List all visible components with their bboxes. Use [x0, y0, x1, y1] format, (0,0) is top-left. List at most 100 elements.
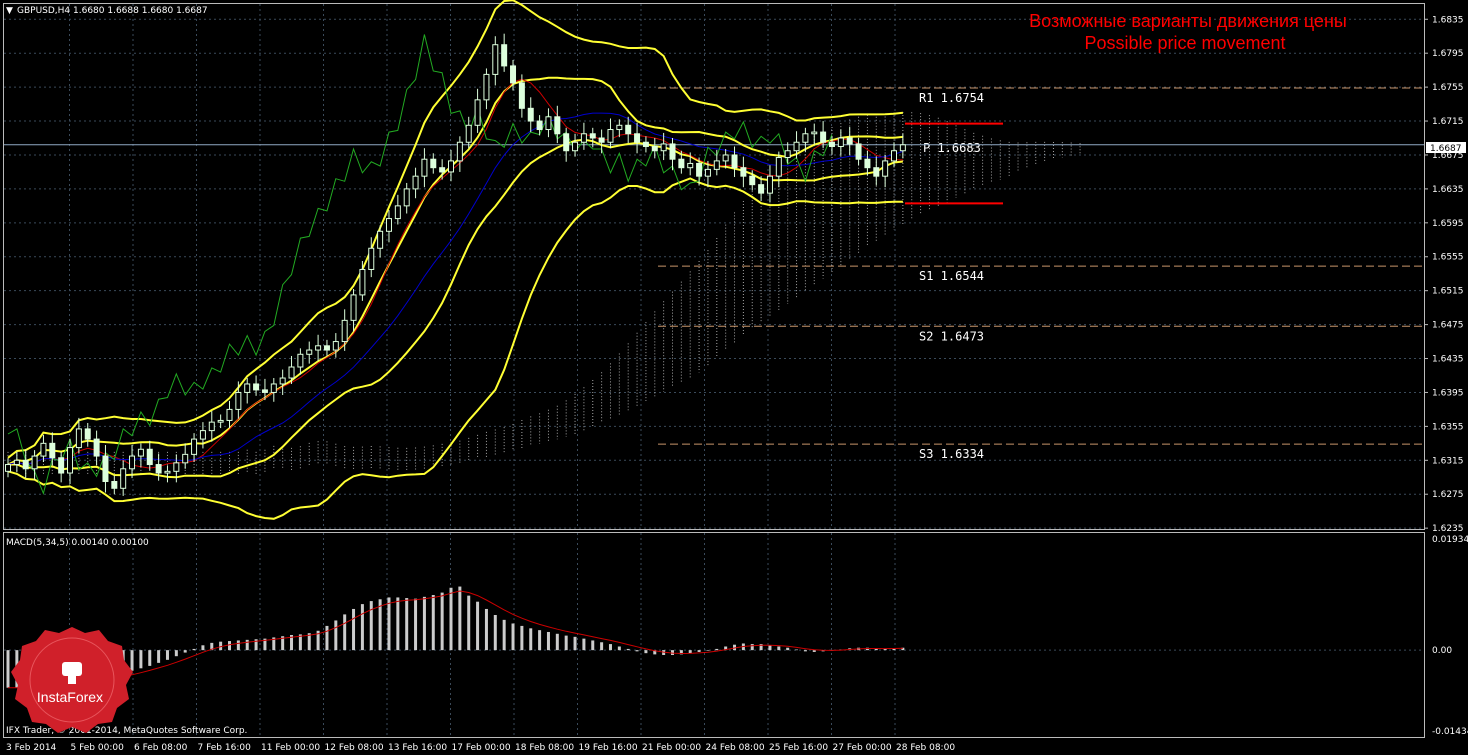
candle-body	[146, 448, 153, 466]
candle-body	[713, 160, 720, 170]
instaforex-logo: InstaForex	[11, 627, 133, 733]
macd-panel-frame	[3, 532, 1425, 738]
price-tick-label: 1.6435	[1432, 355, 1464, 365]
candle-body	[403, 188, 410, 207]
macd-tick-label: -0.01434	[1432, 727, 1468, 737]
candle-body	[448, 160, 454, 173]
price-tick-label: 1.6795	[1432, 49, 1464, 59]
candle-body	[182, 453, 189, 464]
annotation-ru: Возможные варианты движения цены	[1029, 11, 1347, 31]
candle-body	[625, 124, 632, 135]
price-tick-label: 1.6715	[1432, 117, 1464, 127]
candle-body	[820, 131, 827, 143]
slow-ma-line	[7, 112, 904, 466]
candle-body	[13, 459, 20, 466]
candle-body	[412, 175, 419, 190]
pivot-label: P 1.6683	[923, 141, 981, 155]
candle-body	[120, 468, 127, 489]
candle-body	[891, 150, 897, 162]
candle-body	[199, 430, 206, 440]
candle-body	[510, 65, 517, 84]
symbol-menu-arrow[interactable]: ▼	[6, 6, 13, 16]
candle-body	[766, 175, 773, 194]
candle-body	[784, 150, 791, 159]
candle-body	[456, 141, 463, 162]
candle-body	[40, 442, 47, 457]
candle-body	[394, 205, 401, 220]
price-tick-label: 1.6235	[1432, 524, 1464, 534]
candle-body	[22, 459, 29, 470]
candle-body	[279, 377, 286, 385]
candle-body	[518, 82, 525, 109]
pivot-levels: R1 1.6754 P 1.6683 S1 1.6544 S2 1.6473 S3 1.…	[4, 87, 1424, 461]
macd-tick-label: 0.01934	[1432, 535, 1468, 545]
candle-body	[315, 345, 322, 351]
symbol-info: GBPUSD,H4 1.6680 1.6688 1.6680 1.6687	[17, 6, 208, 16]
candle-body	[385, 218, 392, 232]
candle-body	[749, 175, 756, 186]
candle-body	[75, 428, 82, 449]
time-label: 24 Feb 08:00	[706, 743, 765, 753]
time-label: 11 Feb 00:00	[261, 743, 320, 753]
candle-body	[129, 455, 136, 470]
candle-body	[536, 120, 543, 131]
candle-body	[474, 99, 481, 126]
time-label: 5 Feb 00:00	[71, 743, 125, 753]
candle-body	[164, 470, 171, 474]
copyright: IFX Trader, © 2001-2014, MetaQuotes Soft…	[6, 726, 247, 736]
candle-body	[350, 294, 357, 321]
level-label: S1 1.6544	[919, 269, 984, 283]
bollinger-outer-lower	[7, 177, 903, 520]
time-label: 12 Feb 08:00	[325, 743, 384, 753]
time-label: 27 Feb 00:00	[833, 743, 892, 753]
candle-body	[696, 162, 703, 177]
time-label: 13 Feb 16:00	[388, 743, 447, 753]
time-label: 28 Feb 08:00	[896, 743, 955, 753]
candle-body	[660, 143, 667, 152]
price-tick-label: 1.6395	[1432, 388, 1464, 398]
candle-body	[731, 154, 738, 169]
candle-body	[84, 428, 91, 440]
candle-body	[802, 133, 809, 143]
candle-body	[846, 137, 853, 145]
bollinger-inner-upper	[7, 76, 903, 466]
level-label: S2 1.6473	[919, 329, 984, 343]
price-tick-label: 1.6475	[1432, 321, 1464, 331]
candle-body	[837, 137, 844, 147]
candle-body	[864, 158, 871, 169]
candle-body	[244, 383, 251, 393]
candle-body	[687, 162, 694, 169]
candle-body	[873, 167, 880, 177]
candle-body	[155, 464, 162, 474]
forex-chart: R1 1.6754 P 1.6683 S1 1.6544 S2 1.6473 S3 1.…	[3, 0, 1468, 753]
candle-body	[31, 455, 38, 470]
candle-body	[642, 141, 649, 147]
candle-body	[111, 481, 118, 489]
candle-body	[137, 448, 144, 457]
price-tick-label: 1.6635	[1432, 185, 1464, 195]
candle-body	[217, 419, 224, 423]
candle-body	[545, 116, 552, 131]
candle-body	[421, 158, 428, 177]
candle-body	[607, 129, 614, 143]
candle-body	[572, 141, 579, 152]
macd-indicator	[6, 586, 905, 689]
time-label: 17 Feb 00:00	[452, 743, 511, 753]
time-label: 6 Feb 08:00	[134, 743, 188, 753]
logo-text: InstaForex	[37, 689, 103, 705]
time-label: 3 Feb 2014	[6, 743, 57, 753]
candle-body	[377, 230, 384, 249]
candle-body	[811, 131, 818, 135]
candle-body	[740, 167, 747, 177]
candle-body	[580, 133, 587, 143]
indicator-lines	[7, 0, 904, 520]
candle-body	[306, 349, 313, 355]
time-label: 7 Feb 16:00	[198, 743, 252, 753]
candle-body	[323, 345, 330, 351]
candle-body	[669, 143, 676, 160]
candle-body	[359, 268, 366, 296]
candle-body	[49, 442, 56, 459]
price-tick-label: 1.6355	[1432, 422, 1464, 432]
macd-info: MACD(5,34,5) 0.00140 0.00100	[6, 538, 149, 548]
candle-body	[899, 144, 906, 152]
